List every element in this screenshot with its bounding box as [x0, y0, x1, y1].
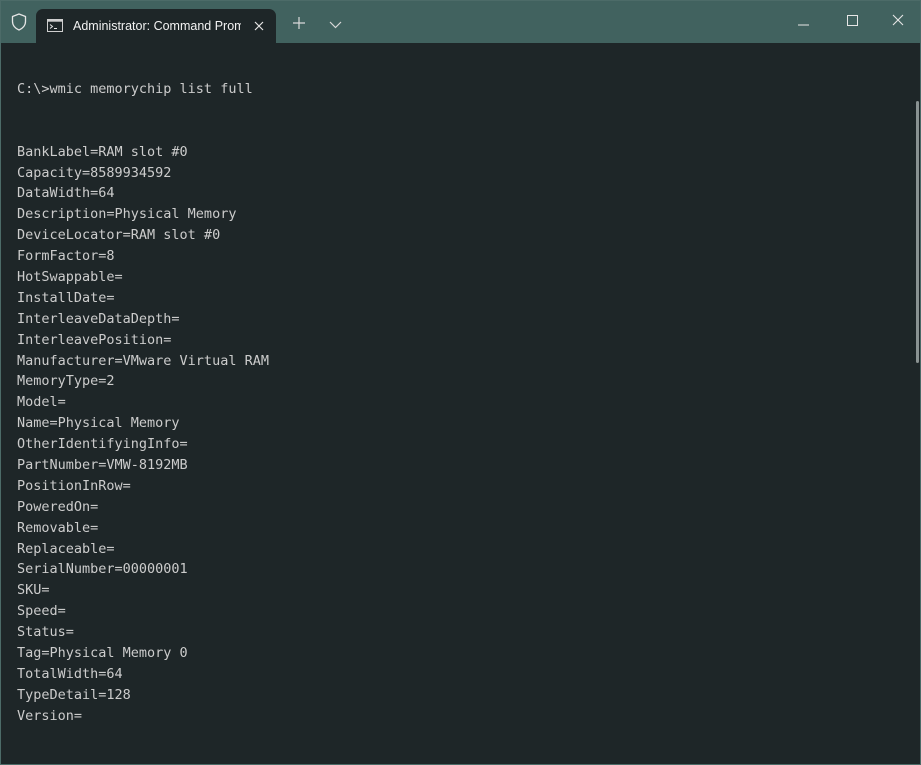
console-line: DeviceLocator=RAM slot #0 — [17, 227, 221, 244]
maximize-icon — [846, 13, 858, 31]
chevron-down-icon — [329, 16, 342, 34]
console-line: Capacity=8589934592 — [17, 164, 172, 181]
console-line: PoweredOn= — [17, 498, 99, 515]
console-line: BankLabel=RAM slot #0 — [17, 143, 188, 160]
console-lines: C:\>wmic memorychip list full BankLabel=… — [17, 79, 269, 727]
console-line: Tag=Physical Memory 0 — [17, 645, 188, 662]
vertical-scrollbar[interactable] — [916, 101, 919, 363]
terminal-window: Administrator: Command Prompt C:\>wmic m… — [0, 0, 921, 765]
minimize-button[interactable] — [780, 7, 826, 37]
console-line: FormFactor=8 — [17, 248, 115, 265]
new-tab-button[interactable] — [288, 14, 310, 36]
console-line: Replaceable= — [17, 540, 115, 557]
console-output[interactable]: C:\>wmic memorychip list full BankLabel=… — [1, 43, 920, 764]
console-line: Name=Physical Memory — [17, 415, 180, 432]
tab-title: Administrator: Command Prompt — [73, 19, 241, 33]
console-line: Removable= — [17, 519, 99, 536]
console-line: MemoryType=2 — [17, 373, 115, 390]
close-window-button[interactable] — [875, 7, 920, 37]
tab-command-prompt[interactable]: Administrator: Command Prompt — [36, 9, 276, 43]
minimize-icon — [797, 13, 809, 31]
console-line: DataWidth=64 — [17, 185, 115, 202]
console-line: Status= — [17, 624, 74, 641]
console-line: TotalWidth=64 — [17, 665, 123, 682]
console-line: SerialNumber=00000001 — [17, 561, 188, 578]
console-line: InstallDate= — [17, 289, 115, 306]
console-line: InterleavePosition= — [17, 331, 172, 348]
plus-icon — [292, 16, 306, 35]
close-icon[interactable] — [250, 17, 268, 35]
shield-icon — [7, 9, 31, 35]
profile-dropdown-button[interactable] — [324, 14, 346, 36]
console-line: PositionInRow= — [17, 477, 131, 494]
cmd-icon — [47, 19, 63, 32]
console-line: OtherIdentifyingInfo= — [17, 436, 188, 453]
console-line: C:\>wmic memorychip list full — [17, 81, 253, 97]
console-line: HotSwappable= — [17, 269, 123, 286]
console-line: PartNumber=VMW-8192MB — [17, 457, 188, 474]
console-line: Model= — [17, 394, 66, 411]
maximize-button[interactable] — [829, 7, 875, 37]
title-bar[interactable]: Administrator: Command Prompt — [1, 1, 920, 43]
console-line: TypeDetail=128 — [17, 686, 131, 703]
console-line: Speed= — [17, 603, 66, 620]
console-line: Description=Physical Memory — [17, 206, 237, 223]
console-line: Version= — [17, 707, 83, 724]
console-line: Manufacturer=VMware Virtual RAM — [17, 352, 269, 369]
close-icon — [892, 13, 904, 31]
console-line: InterleaveDataDepth= — [17, 310, 180, 327]
console-line: SKU= — [17, 582, 50, 599]
